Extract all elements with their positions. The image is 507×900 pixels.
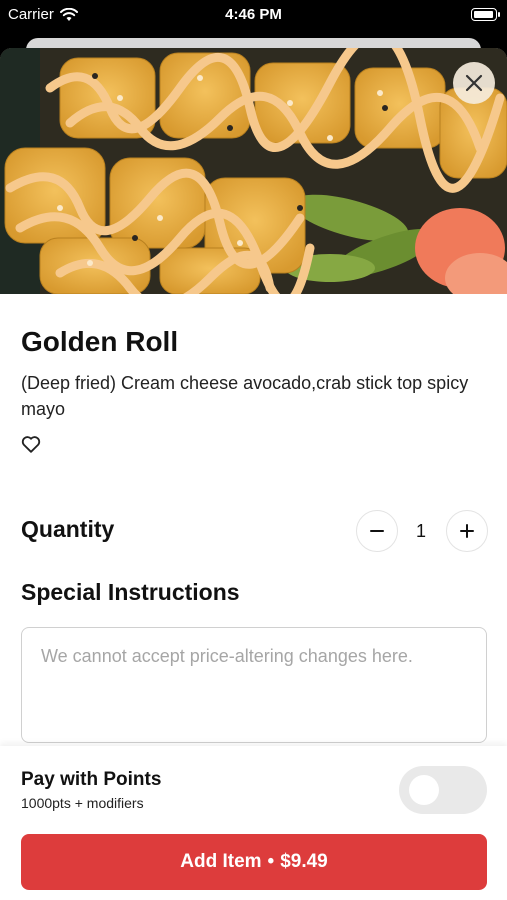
heart-outline-icon[interactable]	[20, 433, 42, 455]
sushi-roll-image	[0, 48, 507, 294]
status-time: 4:46 PM	[225, 6, 282, 23]
battery-level	[474, 11, 493, 18]
item-title: Golden Roll	[21, 326, 179, 357]
item-photo	[0, 48, 507, 294]
bottom-bar: Pay with Points 1000pts + modifiers Add …	[0, 746, 507, 900]
special-instructions-input[interactable]	[21, 627, 487, 743]
battery-icon	[471, 8, 500, 21]
add-item-label: Add Item	[180, 851, 262, 872]
pay-with-points-subtitle: 1000pts + modifiers	[21, 795, 144, 811]
close-icon	[465, 74, 483, 92]
add-item-price: $9.49	[280, 851, 328, 872]
item-detail-sheet: Golden Roll (Deep fried) Cream cheese av…	[0, 48, 507, 900]
pay-with-points-title: Pay with Points	[21, 769, 162, 790]
quantity-value: 1	[415, 521, 426, 541]
minus-icon	[370, 530, 384, 532]
add-item-separator: •	[267, 851, 275, 872]
add-item-button[interactable]: Add Item • $9.49	[21, 834, 487, 890]
pay-with-points-toggle[interactable]	[399, 766, 487, 814]
increment-button[interactable]	[446, 510, 488, 552]
status-bar: Carrier 4:46 PM	[0, 0, 507, 30]
plus-icon	[460, 524, 474, 538]
decrement-button[interactable]	[356, 510, 398, 552]
special-instructions-label: Special Instructions	[21, 579, 240, 605]
close-button[interactable]	[453, 62, 495, 104]
item-description: (Deep fried) Cream cheese avocado,crab s…	[21, 373, 469, 419]
quantity-label: Quantity	[21, 516, 115, 542]
toggle-knob	[409, 775, 439, 805]
